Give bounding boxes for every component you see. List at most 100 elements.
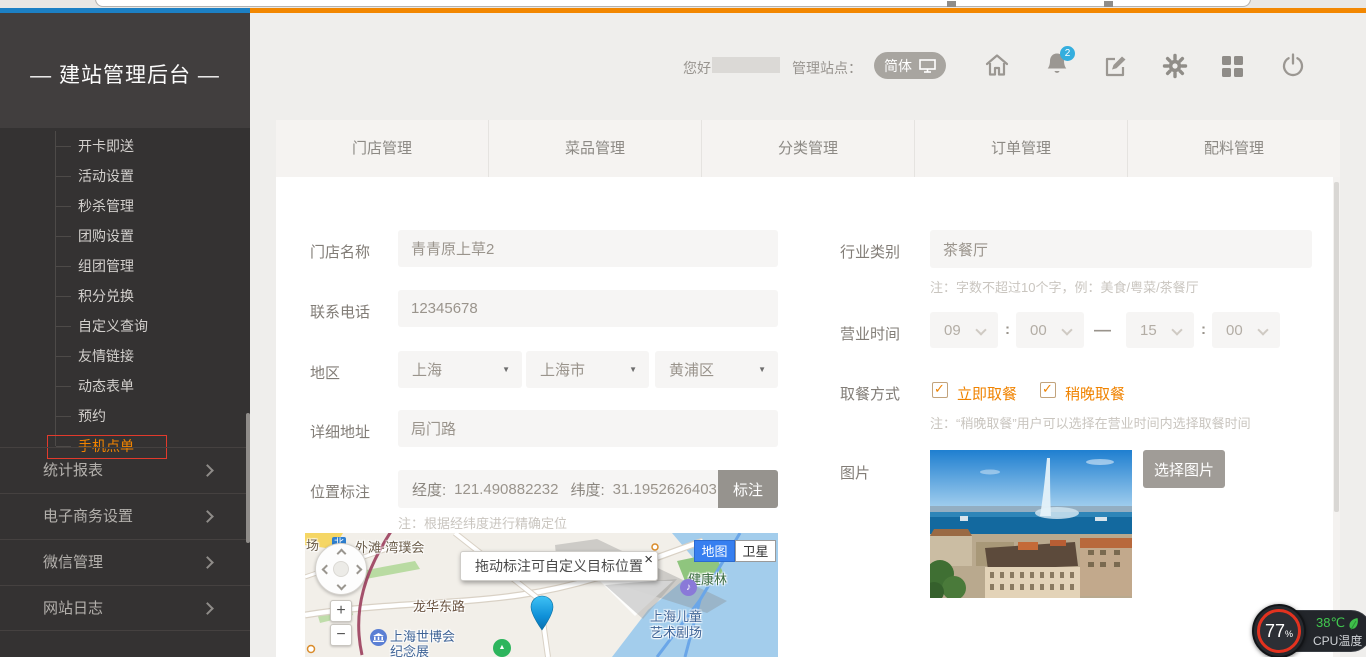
close-minute-select[interactable]: 00 [1212,312,1280,348]
location-label: 位置标注 [310,481,370,502]
phone-value: 12345678 [411,300,478,317]
map-widget[interactable]: 场 外滩·湾璞会 龙华东路 上海世博会 纪念展 健康林 上海儿童 艺术剧场 ▲ … [305,533,778,657]
province-select[interactable]: 上海▼ [398,351,522,388]
pickup-now-label[interactable]: 立即取餐 [957,383,1017,404]
open-minute-select[interactable]: 00 [1016,312,1084,348]
map-type-map-button[interactable]: 地图 [694,540,735,562]
manage-site-label: 管理站点： [792,58,862,78]
phone-label: 联系电话 [310,301,370,322]
sidebar-item-card-gift[interactable]: 开卡即送 [0,131,250,161]
category-value: 茶餐厅 [943,239,988,260]
hours-label: 营业时间 [840,323,900,344]
sidebar-section-label: 网站日志 [43,600,103,617]
sidebar-section-ecommerce[interactable]: 电子商务设置 [0,493,250,539]
store-name-label: 门店名称 [310,241,370,262]
close-hour-select[interactable]: 15 [1126,312,1194,348]
screen: — 建站管理后台 — 开卡即送 活动设置 秒杀管理 团购设置 组团管理 积分兑换… [0,0,1366,657]
music-poi-icon[interactable]: ♪ [680,579,697,596]
map-label-bund: 外滩·湾璞会 [355,537,424,556]
pickup-label: 取餐方式 [840,383,900,404]
tab-category-management[interactable]: 分类管理 [702,120,915,177]
tab-order-management[interactable]: 订单管理 [915,120,1128,177]
sidebar-header: — 建站管理后台 — [0,13,250,128]
longitude-label: 经度: [412,479,446,500]
pan-center-knob[interactable] [333,561,349,577]
notification-badge: 2 [1060,46,1075,61]
sidebar-item-custom-query[interactable]: 自定义查询 [0,311,250,341]
sidebar-section-logs[interactable]: 网站日志 [0,585,250,631]
pan-left-arrow[interactable] [322,565,332,575]
category-label: 行业类别 [840,241,900,262]
sidebar-section-wechat[interactable]: 微信管理 [0,539,250,585]
city-select[interactable]: 上海市▼ [526,351,649,388]
choose-image-button[interactable]: 选择图片 [1143,450,1225,488]
sidebar-section-reports[interactable]: 统计报表 [0,447,250,493]
zoom-in-button[interactable]: + [330,600,352,622]
content-scrollbar-thumb[interactable] [1334,182,1339,512]
address-input[interactable]: 局门路 [398,410,778,447]
sidebar-item-points[interactable]: 积分兑换 [0,281,250,311]
app-title: — 建站管理后台 — [0,59,250,89]
location-coords[interactable]: 经度: 121.490882232 纬度: 31.1952626403 [398,470,718,508]
sidebar-item-booking[interactable]: 预约 [0,401,250,431]
sidebar-item-teambuy[interactable]: 组团管理 [0,251,250,281]
tab-dish-management[interactable]: 菜品管理 [489,120,702,177]
district-select[interactable]: 黄浦区▼ [655,351,778,388]
pan-right-arrow[interactable] [353,565,363,575]
cpu-temp-label: CPU温度 [1313,632,1362,649]
phone-input[interactable]: 12345678 [398,290,778,327]
map-tooltip-text: 拖动标注可自定义目标位置 [475,558,643,574]
power-icon[interactable] [1280,52,1306,78]
longitude-value: 121.490882232 [454,481,558,498]
pan-down-arrow[interactable] [337,581,347,591]
gear-icon[interactable] [1162,53,1188,79]
mark-location-button[interactable]: 标注 [718,470,778,508]
sidebar-section-label: 微信管理 [43,554,103,571]
close-minute-value: 00 [1226,322,1243,339]
pan-up-arrow[interactable] [337,549,347,559]
dropdown-triangle-icon: ▼ [629,365,637,374]
monitor-icon [919,59,936,73]
edit-icon[interactable] [1103,53,1129,79]
time-dash: — [1094,320,1111,340]
sidebar-scrollbar[interactable] [246,413,250,543]
pickup-now-checkbox[interactable]: ✓ [932,382,948,398]
username-redacted [712,57,780,73]
park-poi-icon[interactable]: ▲ [493,639,511,657]
sidebar-section-label: 统计报表 [43,462,103,479]
accent-bar-orange [250,8,1366,13]
district-value: 黄浦区 [669,359,714,380]
map-type-satellite-button[interactable]: 卫星 [735,540,776,562]
sidebar-item-activity[interactable]: 活动设置 [0,161,250,191]
tooltip-close-icon[interactable]: × [644,546,653,574]
map-label-cut: 场 [306,535,319,554]
home-icon[interactable] [984,52,1010,78]
time-colon: : [1005,321,1010,338]
open-hour-select[interactable]: 09 [930,312,998,348]
museum-poi-icon[interactable] [370,629,387,646]
time-colon: : [1201,321,1206,338]
tab-store-management[interactable]: 门店管理 [276,120,489,177]
sidebar-item-links[interactable]: 友情链接 [0,341,250,371]
apps-grid-icon[interactable] [1222,56,1243,77]
map-pin-icon[interactable] [530,595,554,631]
cpu-usage-gauge[interactable]: 77 % [1257,609,1301,653]
pickup-later-label[interactable]: 稍晚取餐 [1065,383,1125,404]
pickup-later-checkbox[interactable]: ✓ [1040,382,1056,398]
category-input[interactable]: 茶餐厅 [930,230,1312,268]
map-pan-control[interactable] [315,543,367,595]
store-photo[interactable] [930,450,1132,598]
language-switch-button[interactable]: 简体 [874,52,946,79]
tab-ingredient-management[interactable]: 配料管理 [1128,120,1340,177]
chevron-down-icon [1171,324,1182,335]
zoom-out-button[interactable]: − [330,624,352,646]
chevron-down-icon [1257,324,1268,335]
language-label: 简体 [884,56,912,76]
cpu-usage-percent-sign: % [1285,629,1293,639]
cpu-temp-value: 38℃ [1316,615,1345,631]
store-name-input[interactable]: 青青原上草2 [398,230,778,267]
sidebar-item-dynamic-form[interactable]: 动态表单 [0,371,250,401]
sidebar-item-groupbuy[interactable]: 团购设置 [0,221,250,251]
sidebar-item-seckill[interactable]: 秒杀管理 [0,191,250,221]
map-label-expo-2: 纪念展 [390,641,429,657]
